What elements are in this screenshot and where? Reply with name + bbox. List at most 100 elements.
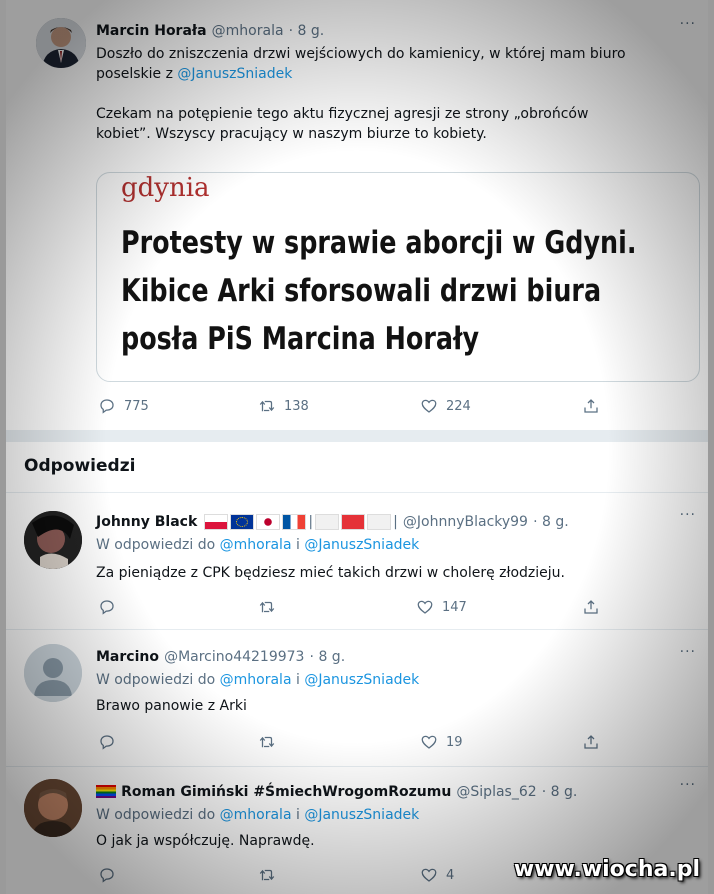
- share-button[interactable]: [582, 397, 600, 415]
- retweet-button[interactable]: [258, 733, 284, 751]
- card-headline-line: posła PiS Marcina Horały: [121, 321, 480, 357]
- share-button[interactable]: [582, 598, 600, 616]
- mention-link[interactable]: @JanuszSniadek: [304, 672, 419, 688]
- tweet-text: Doszło do zniszczenia drzwi wejściowych …: [96, 44, 696, 144]
- reply-to-and: i: [291, 807, 305, 823]
- tweet-header: Roman Gimiński #ŚmiechWrogomRozumu @Sipl…: [96, 781, 577, 800]
- reply-button[interactable]: [98, 866, 124, 884]
- rainbow-flag-icon: [96, 785, 116, 798]
- more-options-icon[interactable]: ···: [680, 507, 696, 523]
- reply-button[interactable]: [98, 598, 124, 616]
- card-headline: Protesty w sprawie aborcji w Gdyni. Kibi…: [121, 219, 695, 363]
- author-handle[interactable]: @mhorala: [212, 23, 284, 39]
- avatar[interactable]: [24, 511, 82, 569]
- author-handle[interactable]: @Marcino44219973: [164, 649, 304, 665]
- tweet-actions: 147: [6, 597, 708, 617]
- like-count: 224: [446, 398, 471, 414]
- retweet-button[interactable]: [258, 866, 284, 884]
- tweet-time[interactable]: · 8 g.: [542, 784, 578, 800]
- tweet-text: O jak ja współczuję. Naprawdę.: [96, 833, 315, 849]
- reply-to-label: W odpowiedzi do: [96, 672, 220, 688]
- like-button[interactable]: 147: [416, 598, 467, 616]
- share-button[interactable]: [582, 733, 600, 751]
- reply-to-label: W odpowiedzi do: [96, 537, 220, 553]
- share-icon: [584, 600, 598, 614]
- mention-link[interactable]: @mhorala: [220, 672, 292, 688]
- reply-to-and: i: [291, 672, 305, 688]
- card-headline-line: Kibice Arki sforsowali drzwi biura: [121, 273, 602, 309]
- heart-icon: [421, 868, 437, 882]
- reply-context: W odpowiedzi do @mhorala i @JanuszSniade…: [96, 805, 419, 825]
- avatar[interactable]: [24, 644, 82, 702]
- avatar[interactable]: [24, 779, 82, 837]
- author-name[interactable]: Johnny Black: [96, 514, 197, 530]
- tweet-time[interactable]: · 8 g.: [310, 649, 346, 665]
- tweet-text-line: Czekam na potępienie tego aktu fizycznej…: [96, 106, 589, 122]
- tweet-header: Johnny Black | | @JohnnyBlacky99 · 8 g.: [96, 511, 569, 530]
- tweet-text-line: poselskie z: [96, 66, 178, 82]
- tweet-text-line: Doszło do zniszczenia drzwi wejściowych …: [96, 46, 626, 62]
- like-count: 147: [442, 599, 467, 615]
- mention-link[interactable]: @JanuszSniadek: [304, 537, 419, 553]
- card-brand-logo: gdynia: [121, 173, 210, 203]
- tweet-time[interactable]: · 8 g.: [533, 514, 569, 530]
- retweet-button[interactable]: [258, 598, 284, 616]
- heart-icon: [417, 600, 433, 614]
- user-photo-icon: [24, 779, 82, 837]
- tweet-text: Brawo panowie z Arki: [96, 698, 247, 714]
- retweet-icon: [259, 400, 275, 412]
- mention-link[interactable]: @mhorala: [220, 807, 292, 823]
- reply-button[interactable]: 775: [98, 397, 149, 415]
- user-photo-icon: [36, 18, 86, 68]
- like-count: 4: [446, 867, 455, 883]
- mention-link[interactable]: @JanuszSniadek: [304, 807, 419, 823]
- like-button[interactable]: 224: [420, 397, 471, 415]
- separator: |: [308, 513, 314, 530]
- tweet-text-line: kobiet”. Wszyscy pracujący w naszym biur…: [96, 126, 487, 142]
- share-icon: [584, 399, 598, 413]
- tweet-text: Za pieniądze z CPK będziesz mieć takich …: [96, 565, 565, 581]
- like-count: 19: [446, 734, 463, 750]
- retweet-button[interactable]: 138: [258, 397, 309, 415]
- author-name[interactable]: Marcin Horała: [96, 23, 207, 39]
- reply-icon: [100, 868, 114, 883]
- flag-japan-icon: [256, 513, 281, 530]
- flag-poland-icon: [204, 513, 229, 530]
- author-handle[interactable]: @JohnnyBlacky99: [403, 514, 528, 530]
- reply-count: 775: [124, 398, 149, 414]
- reply-icon: [100, 600, 114, 615]
- mention-link[interactable]: @mhorala: [220, 537, 292, 553]
- tweet-actions: 775 138 224: [6, 396, 708, 416]
- author-handle[interactable]: @Siplas_62: [456, 784, 536, 800]
- mention-link[interactable]: @JanuszSniadek: [177, 66, 292, 82]
- replies-section-title: Odpowiedzi: [24, 456, 136, 476]
- reply-button[interactable]: [98, 733, 124, 751]
- heart-icon: [421, 735, 437, 749]
- more-options-icon[interactable]: ···: [680, 644, 696, 660]
- flag-blank-icon: [315, 513, 340, 530]
- more-options-icon[interactable]: ···: [680, 16, 696, 32]
- retweet-icon: [259, 869, 275, 881]
- card-headline-line: Protesty w sprawie aborcji w Gdyni.: [121, 225, 637, 261]
- avatar[interactable]: [36, 18, 86, 68]
- author-name[interactable]: Roman Gimiński #ŚmiechWrogomRozumu: [121, 784, 451, 800]
- link-card[interactable]: gdynia Protesty w sprawie aborcji w Gdyn…: [96, 172, 700, 382]
- more-options-icon[interactable]: ···: [680, 777, 696, 793]
- reply-tweet: Johnny Black | | @JohnnyBlacky99 · 8 g. …: [6, 493, 708, 629]
- reply-to-and: i: [291, 537, 305, 553]
- like-button[interactable]: 19: [420, 733, 463, 751]
- tweet-time[interactable]: · 8 g.: [289, 23, 325, 39]
- reply-icon: [100, 735, 114, 750]
- author-name[interactable]: Marcino: [96, 649, 159, 665]
- heart-icon: [421, 399, 437, 413]
- flag-red-icon: [341, 513, 366, 530]
- retweet-icon: [259, 736, 275, 748]
- like-button[interactable]: 4: [420, 866, 454, 884]
- retweet-icon: [259, 601, 275, 613]
- main-tweet: Marcin Horała @mhorala · 8 g. ··· Doszło…: [6, 0, 708, 430]
- user-photo-icon: [24, 511, 82, 569]
- reply-icon: [100, 399, 114, 414]
- tweet-actions: 19: [6, 732, 708, 752]
- section-separator: [6, 430, 708, 442]
- watermark: www.wiocha.pl: [513, 857, 700, 882]
